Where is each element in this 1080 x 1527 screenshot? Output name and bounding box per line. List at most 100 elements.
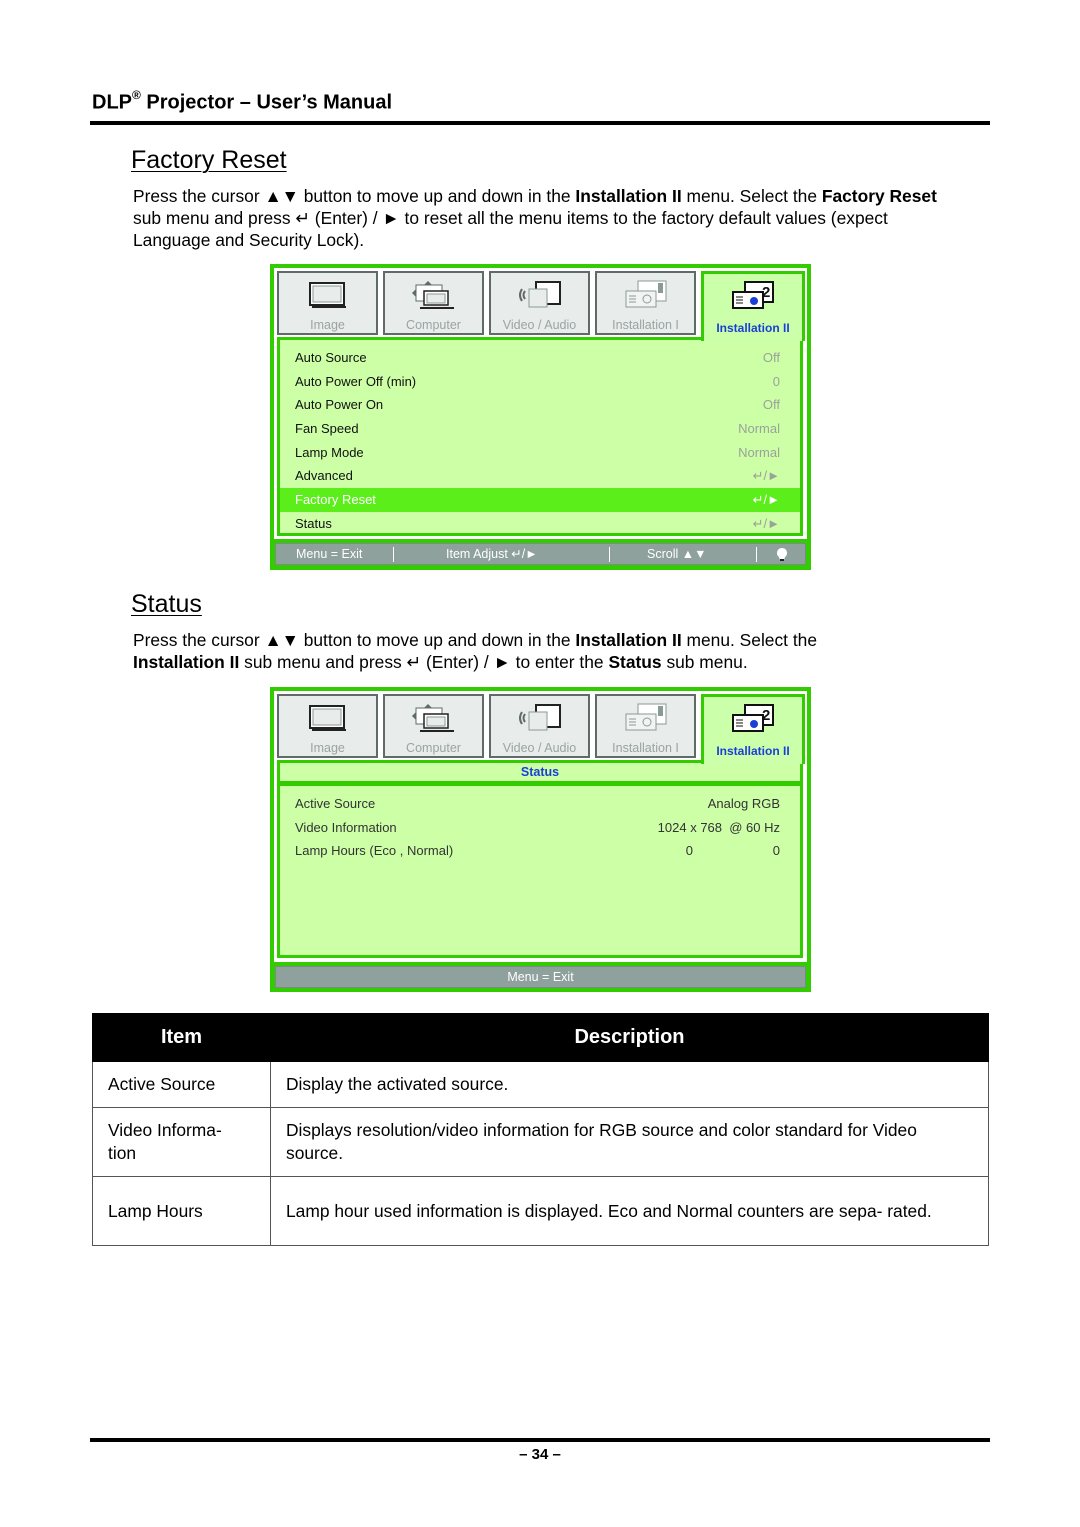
osd-tab-bar: Image Computer Video / Audio Installatio… bbox=[277, 271, 810, 341]
table-header-row: Item Description bbox=[92, 1013, 989, 1062]
status-list: Active Source Analog RGB Video Informatio… bbox=[277, 783, 803, 958]
header-title-suffix: Projector – User’s Manual bbox=[140, 91, 393, 114]
tab-label: Installation II bbox=[716, 744, 790, 758]
computer-icon bbox=[411, 281, 454, 309]
installation-1-icon bbox=[625, 703, 666, 731]
image-icon bbox=[308, 282, 346, 308]
status-row-video-information: Video Information 1024 x 768 @ 60 Hz bbox=[280, 816, 800, 840]
menu-item-value: Off bbox=[762, 350, 780, 365]
status-label: Video Information bbox=[295, 820, 397, 835]
column-header-description: Description bbox=[270, 1013, 989, 1062]
video-audio-icon bbox=[518, 704, 561, 731]
table-row: Lamp Hours Lamp hour used information is… bbox=[92, 1176, 989, 1246]
status-row-lamp-hours: Lamp Hours (Eco , Normal) 0 0 bbox=[280, 839, 800, 863]
status-title: Status bbox=[131, 590, 202, 618]
scroll-hint: Scroll ▲▼ bbox=[647, 547, 707, 561]
tab-video-audio[interactable]: Video / Audio bbox=[489, 694, 590, 758]
para-text: Press the cursor ▲▼ button to move up an… bbox=[133, 630, 576, 650]
menu-list: Auto Source Off Auto Power Off (min) 0 Aut… bbox=[277, 337, 803, 536]
tab-video-audio[interactable]: Video / Audio bbox=[489, 271, 590, 335]
para-bold: Installation II bbox=[133, 652, 240, 672]
tab-label: Video / Audio bbox=[502, 318, 577, 332]
menu-item-label: Auto Power Off (min) bbox=[295, 374, 417, 389]
lamp-hours-eco-value: 0 bbox=[685, 843, 693, 858]
factory-reset-paragraph: Press the cursor ▲▼ button to move up an… bbox=[133, 185, 963, 251]
footer-rule bbox=[90, 1438, 990, 1442]
menu-item-label: Auto Power On bbox=[295, 397, 384, 412]
osd-inner: Image Computer Video / Audio Installatio… bbox=[274, 691, 807, 962]
registered-mark: ® bbox=[132, 88, 141, 102]
tab-label: Installation I bbox=[612, 741, 679, 755]
status-row-active-source: Active Source Analog RGB bbox=[280, 792, 800, 816]
page-number: – 34 – bbox=[519, 1446, 561, 1463]
menu-item-lamp-mode[interactable]: Lamp Mode Normal bbox=[280, 441, 800, 465]
menu-exit-hint: Menu = Exit bbox=[507, 970, 574, 984]
status-value: 1024 x 768 @ 60 Hz bbox=[657, 820, 780, 835]
menu-item-label: Factory Reset bbox=[295, 492, 376, 507]
tab-installation-1[interactable]: Installation I bbox=[595, 694, 696, 758]
header-title-prefix: DLP bbox=[92, 91, 132, 114]
table-row: Active Source Display the activated sour… bbox=[92, 1061, 989, 1108]
lamp-icon bbox=[777, 548, 787, 561]
menu-item-fan-speed[interactable]: Fan Speed Normal bbox=[280, 417, 800, 441]
para-text: Press the cursor ▲▼ button to move up an… bbox=[133, 186, 576, 206]
menu-item-label: Advanced bbox=[295, 468, 353, 483]
video-audio-icon bbox=[518, 281, 561, 308]
menu-item-auto-power-on[interactable]: Auto Power On Off bbox=[280, 393, 800, 417]
footer-separator bbox=[609, 547, 610, 562]
tab-image[interactable]: Image bbox=[277, 694, 378, 758]
menu-item-auto-source[interactable]: Auto Source Off bbox=[280, 346, 800, 370]
image-icon bbox=[308, 705, 346, 731]
menu-item-factory-reset[interactable]: Factory Reset ↵/► bbox=[280, 488, 800, 512]
menu-item-label: Lamp Mode bbox=[295, 445, 364, 460]
enter-right-icon: ↵/► bbox=[752, 516, 780, 531]
osd-tab-bar: Image Computer Video / Audio Installatio… bbox=[277, 694, 810, 764]
menu-item-value: Off bbox=[762, 397, 780, 412]
menu-item-advanced[interactable]: Advanced ↵/► bbox=[280, 464, 800, 488]
factory-reset-title: Factory Reset bbox=[131, 146, 287, 174]
installation-2-icon: 2 bbox=[732, 704, 774, 732]
status-paragraph: Press the cursor ▲▼ button to move up an… bbox=[133, 629, 963, 673]
menu-item-auto-power-off[interactable]: Auto Power Off (min) 0 bbox=[280, 370, 800, 394]
tab-computer[interactable]: Computer bbox=[383, 271, 484, 335]
para-text: sub menu and press ↵ (Enter) / ► to rese… bbox=[133, 208, 888, 250]
tab-installation-2[interactable]: 2 Installation II bbox=[701, 694, 805, 764]
table-cell-description: Display the activated source. bbox=[270, 1061, 989, 1108]
tab-computer[interactable]: Computer bbox=[383, 694, 484, 758]
tab-installation-1[interactable]: Installation I bbox=[595, 271, 696, 335]
column-header-item: Item bbox=[92, 1013, 271, 1062]
table-cell-item: Active Source bbox=[92, 1061, 271, 1108]
menu-item-label: Status bbox=[295, 516, 332, 531]
tab-label: Installation II bbox=[716, 321, 790, 335]
osd-inner: Image Computer Video / Audio Installatio… bbox=[274, 268, 807, 539]
tab-label: Image bbox=[310, 741, 345, 755]
table-cell-description: Lamp hour used information is displayed.… bbox=[270, 1176, 989, 1246]
installation-2-icon: 2 bbox=[732, 281, 774, 309]
footer-separator bbox=[393, 547, 394, 562]
tab-image[interactable]: Image bbox=[277, 271, 378, 335]
status-label: Lamp Hours (Eco , Normal) bbox=[295, 843, 454, 858]
para-text: menu. Select the bbox=[681, 630, 818, 650]
menu-exit-hint: Menu = Exit bbox=[296, 547, 363, 561]
para-text: sub menu. bbox=[661, 652, 748, 672]
tab-installation-2[interactable]: 2 Installation II bbox=[701, 271, 805, 341]
item-adjust-hint: Item Adjust ↵/► bbox=[446, 547, 538, 561]
table-cell-description: Displays resolution/video information fo… bbox=[270, 1107, 989, 1177]
table-cell-item: Lamp Hours bbox=[92, 1176, 271, 1246]
menu-item-value: Normal bbox=[738, 421, 780, 436]
tab-label: Computer bbox=[406, 318, 461, 332]
para-bold: Installation II bbox=[575, 186, 682, 206]
menu-item-label: Fan Speed bbox=[295, 421, 359, 436]
tab-label: Computer bbox=[406, 741, 461, 755]
computer-icon bbox=[411, 704, 454, 732]
menu-item-value: Normal bbox=[738, 445, 780, 460]
menu-item-value: 0 bbox=[772, 374, 780, 389]
menu-item-status[interactable]: Status ↵/► bbox=[280, 512, 800, 536]
osd-menu-status: Image Computer Video / Audio Installatio… bbox=[270, 687, 811, 992]
osd-footer-bar: Menu = Exit bbox=[275, 966, 806, 988]
para-text: menu. Select the bbox=[681, 186, 822, 206]
tab-label: Installation I bbox=[612, 318, 679, 332]
enter-right-icon: ↵/► bbox=[752, 468, 780, 483]
enter-right-icon: ↵/► bbox=[752, 492, 780, 507]
table-row: Video Informa- tion Displays resolution/… bbox=[92, 1107, 989, 1177]
